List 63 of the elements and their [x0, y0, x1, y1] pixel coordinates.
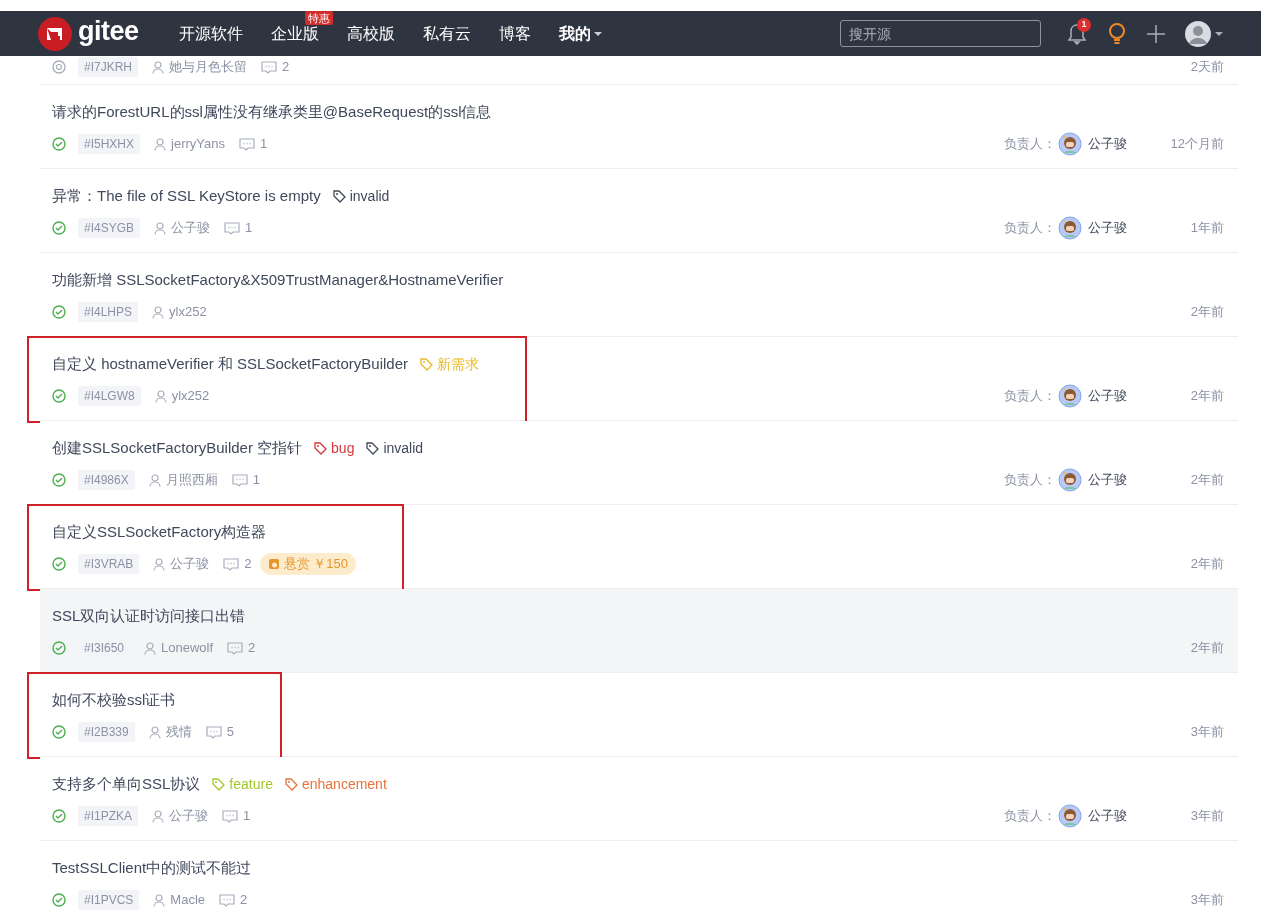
assignee-name[interactable]: 公子骏: [1088, 470, 1168, 490]
issue-id: #I4LHPS: [78, 302, 139, 322]
logo-text[interactable]: gitee: [78, 18, 139, 49]
issue-title-link[interactable]: 如何不校验ssl证书: [52, 689, 176, 711]
issue-title-link[interactable]: 自定义 hostnameVerifier 和 SSLSocketFactoryBuilder: [52, 353, 408, 375]
assignee-label: 负责人：: [1004, 471, 1056, 490]
issue-title-link[interactable]: 创建SSLSocketFactoryBuilder 空指针: [52, 437, 303, 459]
issue-id: #I1PVCS: [78, 890, 140, 910]
issue-time: 3年前: [1189, 807, 1224, 826]
bounty-badge: 悬赏 ￥150: [259, 553, 356, 575]
issue-id: #I3VRAB: [78, 554, 140, 574]
issue-time: 1年前: [1189, 219, 1224, 238]
issue-time: 2年前: [1189, 555, 1224, 574]
issue-title-link[interactable]: SSL双向认证时访问接口出错: [52, 605, 246, 627]
assignee-name[interactable]: 公子骏: [1088, 806, 1168, 826]
issue-id: #I4SYGB: [78, 218, 141, 238]
comment-count: 2: [244, 555, 252, 574]
issue-id: #I1PZKA: [78, 806, 139, 826]
nav-link[interactable]: 私有云: [422, 25, 471, 42]
issue-time: 2年前: [1189, 387, 1224, 406]
issue-time: 3年前: [1189, 891, 1224, 910]
issue-title-link[interactable]: 功能新增 SSLSocketFactory&X509TrustManager&HostnameVerifier: [52, 269, 504, 291]
assignee-label: 负责人：: [1004, 387, 1056, 406]
notification-badge: 1: [1077, 17, 1091, 32]
assignee-label: 负责人：: [1004, 807, 1056, 826]
issue-time: 2天前: [1189, 58, 1224, 77]
issue-time: 3年前: [1189, 723, 1224, 742]
comment-count: 2: [248, 639, 256, 658]
issue-id: #I7JKRH: [78, 57, 139, 77]
issue-title-link[interactable]: 自定义SSLSocketFactory构造器: [52, 521, 267, 543]
issue-title-link[interactable]: 异常：The file of SSL KeyStore is empty: [52, 185, 321, 207]
assignee-name[interactable]: 公子骏: [1088, 218, 1168, 238]
comment-count: 1: [245, 219, 253, 238]
assignee-name[interactable]: 公子骏: [1088, 134, 1168, 154]
comment-count: 2: [282, 58, 290, 77]
comment-count: 1: [243, 807, 251, 826]
issue-id: #I4LGW8: [78, 386, 141, 406]
assignee-name[interactable]: 公子骏: [1088, 386, 1168, 406]
issue-label[interactable]: invalid: [332, 185, 390, 207]
issue-title-link[interactable]: 支持多个单向SSL协议: [52, 773, 201, 795]
nav-link[interactable]: 博客: [498, 25, 531, 42]
comment-count: 5: [226, 723, 234, 742]
issue-label[interactable]: bug: [314, 437, 355, 459]
nav-link[interactable]: 开源软件: [178, 25, 243, 42]
search-field[interactable]: 搜开源: [840, 20, 1041, 47]
issue-time: 12个月前: [1169, 135, 1224, 154]
issue-time: 2年前: [1189, 639, 1224, 658]
assignee-label: 负责人：: [1004, 219, 1056, 238]
nav-link[interactable]: 我的: [558, 25, 602, 42]
issue-id: #I4986X: [78, 470, 135, 490]
issue-title-link[interactable]: 请求的ForestURL的ssl属性没有继承类里@BaseRequest的ssl信息: [52, 101, 492, 123]
issue-id: #I2B339: [78, 722, 135, 742]
comment-count: 1: [252, 471, 260, 490]
issue-time: 2年前: [1189, 303, 1224, 322]
issue-time: 2年前: [1189, 471, 1224, 490]
issue-title-link[interactable]: TestSSLClient中的测试不能过: [52, 857, 252, 879]
comment-count: 2: [240, 891, 248, 910]
nav-link[interactable]: 企业版: [270, 25, 319, 42]
issue-id: #I5HXHX: [78, 134, 141, 154]
issue-label[interactable]: invalid: [366, 437, 424, 459]
comment-count: 1: [260, 135, 268, 154]
nav-link[interactable]: 高校版: [346, 25, 395, 42]
assignee-label: 负责人：: [1004, 135, 1056, 154]
